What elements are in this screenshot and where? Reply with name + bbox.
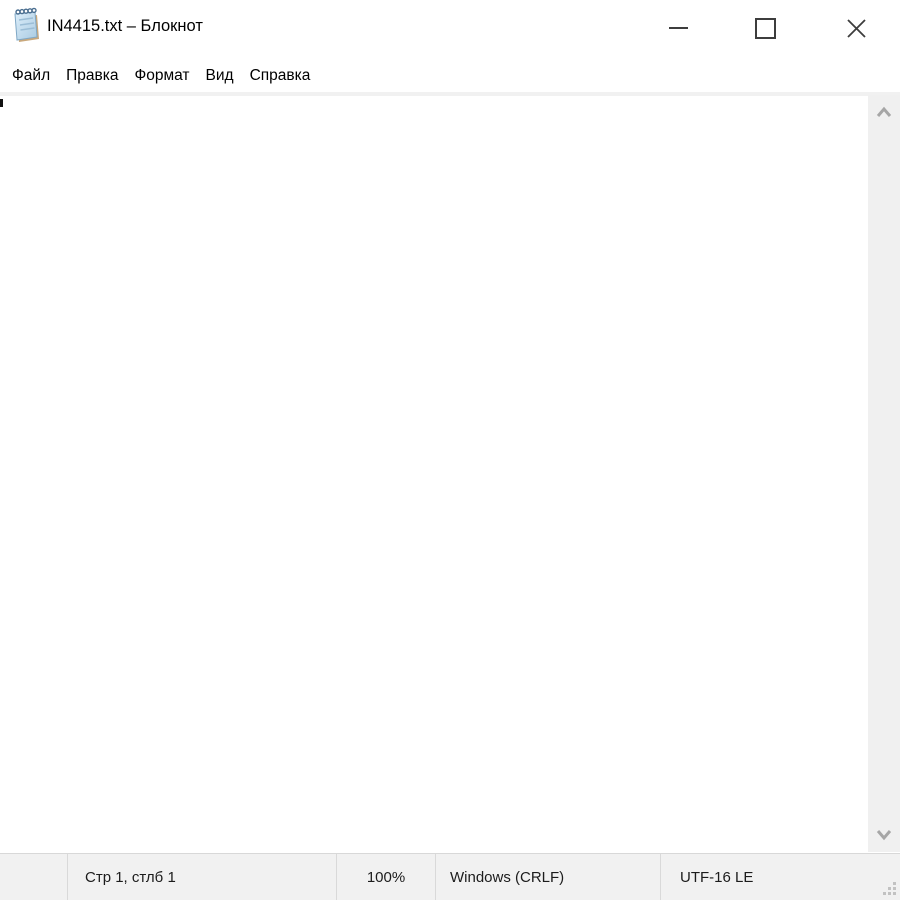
- close-icon: [846, 18, 867, 39]
- menu-view[interactable]: Вид: [198, 67, 242, 85]
- status-cursor-position: Стр 1, стлб 1: [68, 854, 337, 900]
- status-encoding: UTF-16 LE: [661, 854, 900, 900]
- status-zoom-level: 100%: [337, 854, 436, 900]
- scroll-down-button[interactable]: [868, 820, 900, 850]
- minimize-icon: [669, 27, 688, 29]
- text-editor-area[interactable]: [0, 96, 868, 853]
- status-line-ending: Windows (CRLF): [436, 854, 661, 900]
- menu-help[interactable]: Справка: [242, 67, 319, 85]
- text-caret: [0, 99, 3, 107]
- maximize-button[interactable]: [742, 5, 788, 51]
- menu-bar: Файл Правка Формат Вид Справка: [0, 60, 900, 92]
- title-bar: IN4415.txt – Блокнот: [0, 0, 900, 60]
- chevron-down-icon: [874, 828, 894, 842]
- minimize-button[interactable]: [655, 5, 701, 51]
- menu-format[interactable]: Формат: [126, 67, 197, 85]
- menu-edit[interactable]: Правка: [58, 67, 126, 85]
- status-spacer: [0, 854, 68, 900]
- chevron-up-icon: [874, 105, 894, 119]
- notepad-window: IN4415.txt – Блокнот Файл Правка Формат …: [0, 0, 900, 900]
- window-title: IN4415.txt – Блокнот: [47, 17, 203, 36]
- scroll-up-button[interactable]: [868, 97, 900, 127]
- close-button[interactable]: [833, 5, 879, 51]
- vertical-scrollbar[interactable]: [868, 95, 900, 852]
- notepad-icon: [8, 7, 42, 45]
- status-bar: Стр 1, стлб 1 100% Windows (CRLF) UTF-16…: [0, 853, 900, 900]
- menu-file[interactable]: Файл: [4, 67, 58, 85]
- resize-grip[interactable]: [883, 882, 897, 896]
- maximize-icon: [755, 18, 776, 39]
